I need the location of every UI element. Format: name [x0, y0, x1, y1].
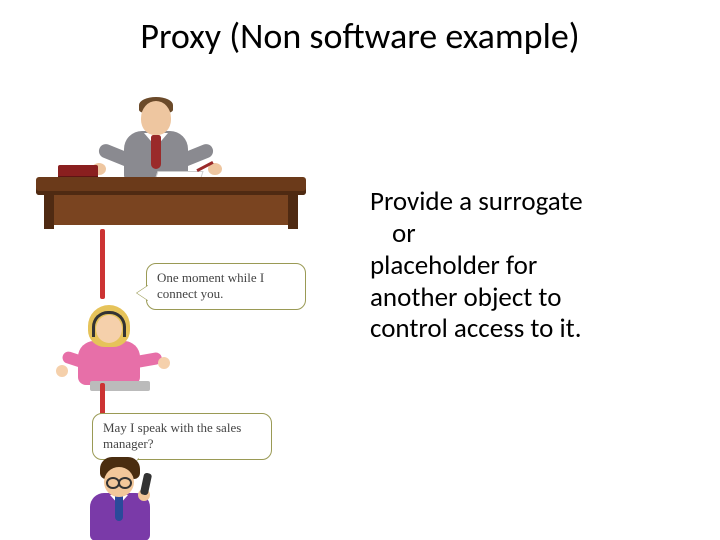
- manager-tie-icon: [151, 135, 161, 169]
- phone-handset-icon: [140, 472, 152, 495]
- desc-line: another object to: [370, 282, 690, 314]
- illustration: One moment while I connect you. May I sp…: [36, 95, 336, 525]
- slide-title: Proxy (Non software example): [0, 14, 720, 58]
- manager-illustration: [36, 95, 306, 235]
- caller-illustration: [68, 455, 188, 540]
- desk-icon: [36, 177, 306, 195]
- caller-tie-icon: [115, 495, 123, 521]
- bubble-tail-icon: [137, 285, 149, 301]
- bubble-text: May I speak with the sales manager?: [103, 420, 241, 451]
- secretary-hand-icon: [56, 365, 68, 377]
- desk-leg-icon: [288, 195, 298, 229]
- connector-line-icon: [100, 229, 105, 299]
- desc-line: Provide a surrogate: [370, 186, 690, 218]
- secretary-hand-icon: [158, 357, 170, 369]
- desc-line: control access to it.: [370, 313, 690, 345]
- desc-line: placeholder for: [370, 250, 690, 282]
- description-text: Provide a surrogate or placeholder for a…: [370, 186, 690, 345]
- bubble-text: One moment while I connect you.: [157, 270, 264, 301]
- keyboard-icon: [90, 381, 150, 391]
- headset-icon: [92, 311, 126, 337]
- desk-icon: [48, 195, 294, 225]
- glasses-icon: [106, 477, 132, 485]
- desc-line: or: [370, 218, 690, 250]
- desk-leg-icon: [44, 195, 54, 229]
- slide: Proxy (Non software example) Provide a s…: [0, 0, 720, 540]
- manager-head-icon: [141, 101, 171, 135]
- secretary-body-icon: [78, 341, 140, 385]
- secretary-illustration: [56, 305, 186, 395]
- secretary-speech-bubble: One moment while I connect you.: [146, 263, 306, 310]
- caller-speech-bubble: May I speak with the sales manager?: [92, 413, 272, 460]
